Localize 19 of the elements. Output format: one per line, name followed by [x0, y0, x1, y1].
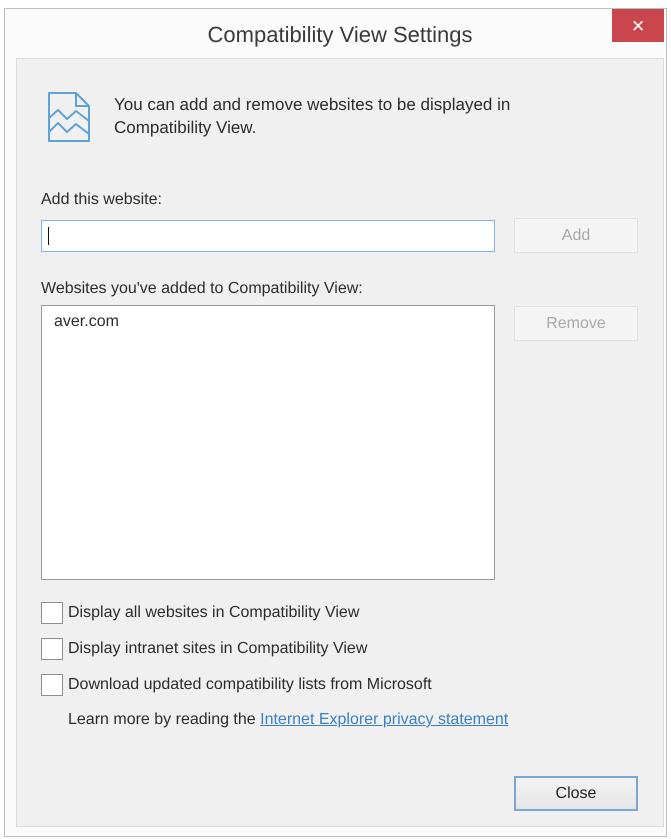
checkbox-label[interactable]: Display intranet sites in Compatibility View: [68, 639, 368, 659]
checkbox[interactable]: [41, 638, 63, 660]
privacy-note: Learn more by reading the Internet Explorer privacy statement: [68, 710, 510, 730]
window-close-button[interactable]: ×: [612, 9, 664, 42]
intro-text: You can add and remove websites to be displayed in Compatibility View.: [114, 94, 512, 139]
text-cursor-icon: [48, 226, 49, 244]
checkbox-label[interactable]: Display all websites in Compatibility View: [68, 603, 360, 623]
website-input[interactable]: [41, 220, 495, 252]
checkbox-label[interactable]: Download updated compatibility lists from Microsoft: [68, 675, 432, 695]
checkbox[interactable]: [41, 674, 63, 696]
website-list-item[interactable]: aver.com: [46, 312, 127, 332]
checkbox[interactable]: [41, 602, 63, 624]
image-page-icon: [48, 92, 90, 142]
field-label: Add this website:: [41, 190, 163, 210]
list-label: Websites you've added to Compatibility View:: [41, 279, 364, 299]
close-button[interactable]: Close: [514, 776, 638, 811]
privacy-link[interactable]: Internet Explorer privacy statement: [260, 711, 508, 728]
window-title: Compatibility View Settings: [208, 22, 472, 48]
website-list[interactable]: aver.com: [41, 305, 495, 580]
